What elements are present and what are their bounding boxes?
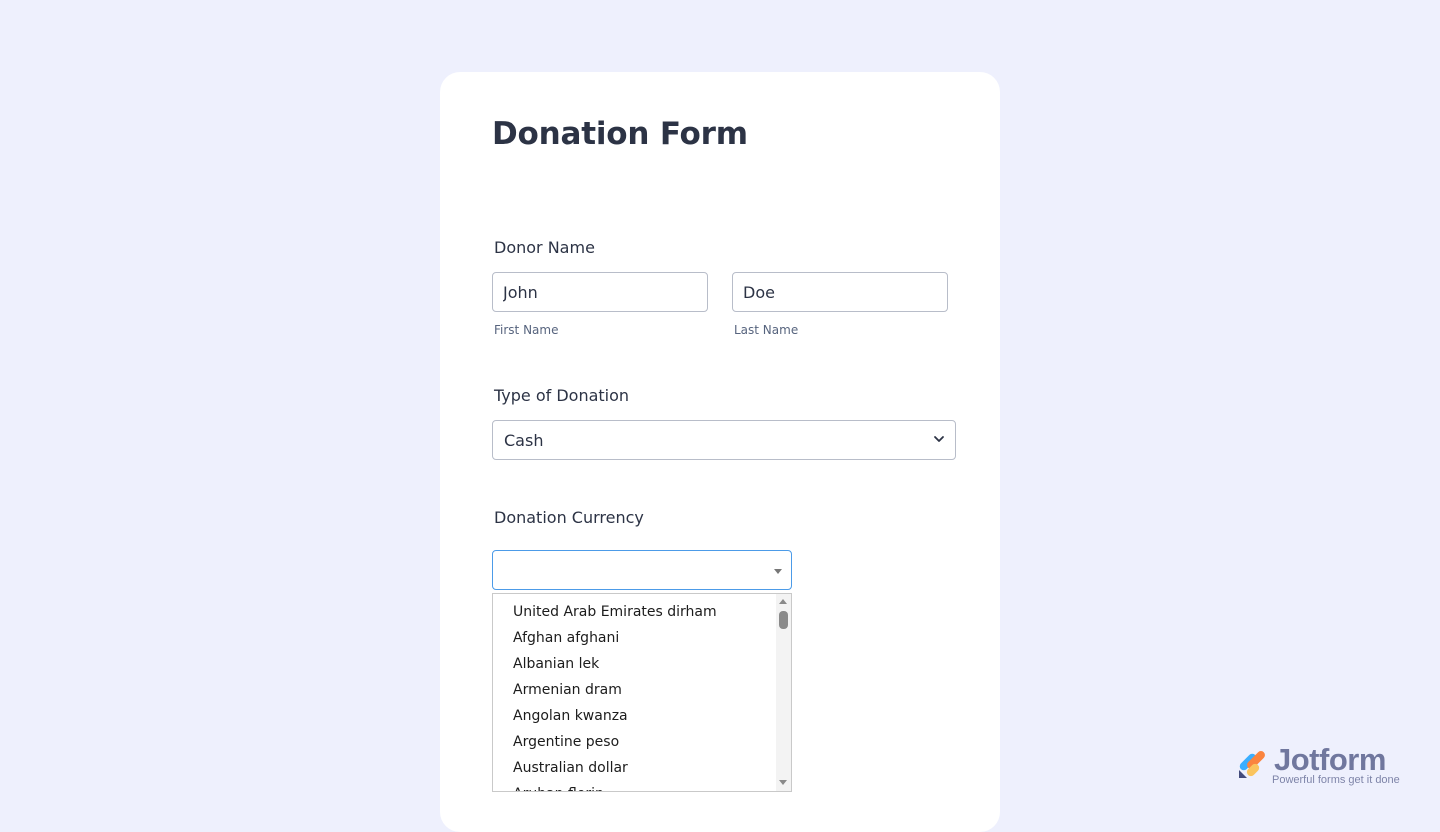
donation-type-label: Type of Donation <box>494 386 630 405</box>
jotform-logo-text: Jotform <box>1274 742 1386 777</box>
first-name-sublabel: First Name <box>494 323 559 337</box>
caret-down-icon <box>774 569 782 574</box>
currency-option[interactable]: Afghan afghani <box>493 625 776 651</box>
jotform-logo-icon <box>1239 751 1265 778</box>
scroll-thumb[interactable] <box>779 611 788 629</box>
donor-name-label: Donor Name <box>494 238 595 257</box>
last-name-sublabel: Last Name <box>734 323 799 337</box>
first-name-input[interactable] <box>492 272 708 312</box>
scroll-down-arrow-icon[interactable] <box>779 780 787 785</box>
currency-option[interactable]: Australian dollar <box>493 755 776 781</box>
chevron-down-icon <box>934 436 944 442</box>
currency-combobox[interactable] <box>492 550 792 590</box>
donation-currency-label: Donation Currency <box>494 508 644 527</box>
currency-option[interactable]: Argentine peso <box>493 729 776 755</box>
scroll-up-arrow-icon[interactable] <box>779 599 787 604</box>
dropdown-scrollbar[interactable] <box>776 594 791 791</box>
jotform-tagline: Powerful forms get it done <box>1272 774 1400 786</box>
currency-option[interactable]: Aruban florin <box>493 781 776 791</box>
jotform-logo[interactable]: Jotform Powerful forms get it done <box>1236 742 1406 788</box>
currency-option[interactable]: Angolan kwanza <box>493 703 776 729</box>
currency-option[interactable]: Armenian dram <box>493 677 776 703</box>
currency-option[interactable]: United Arab Emirates dirham <box>493 599 776 625</box>
last-name-input[interactable] <box>732 272 948 312</box>
donation-type-select[interactable]: Cash <box>492 420 956 460</box>
currency-option[interactable]: Albanian lek <box>493 651 776 677</box>
currency-dropdown-list[interactable]: United Arab Emirates dirham Afghan afgha… <box>492 593 792 792</box>
donation-type-value: Cash <box>504 431 544 450</box>
currency-options: United Arab Emirates dirham Afghan afgha… <box>493 599 776 791</box>
form-title: Donation Form <box>492 116 748 152</box>
